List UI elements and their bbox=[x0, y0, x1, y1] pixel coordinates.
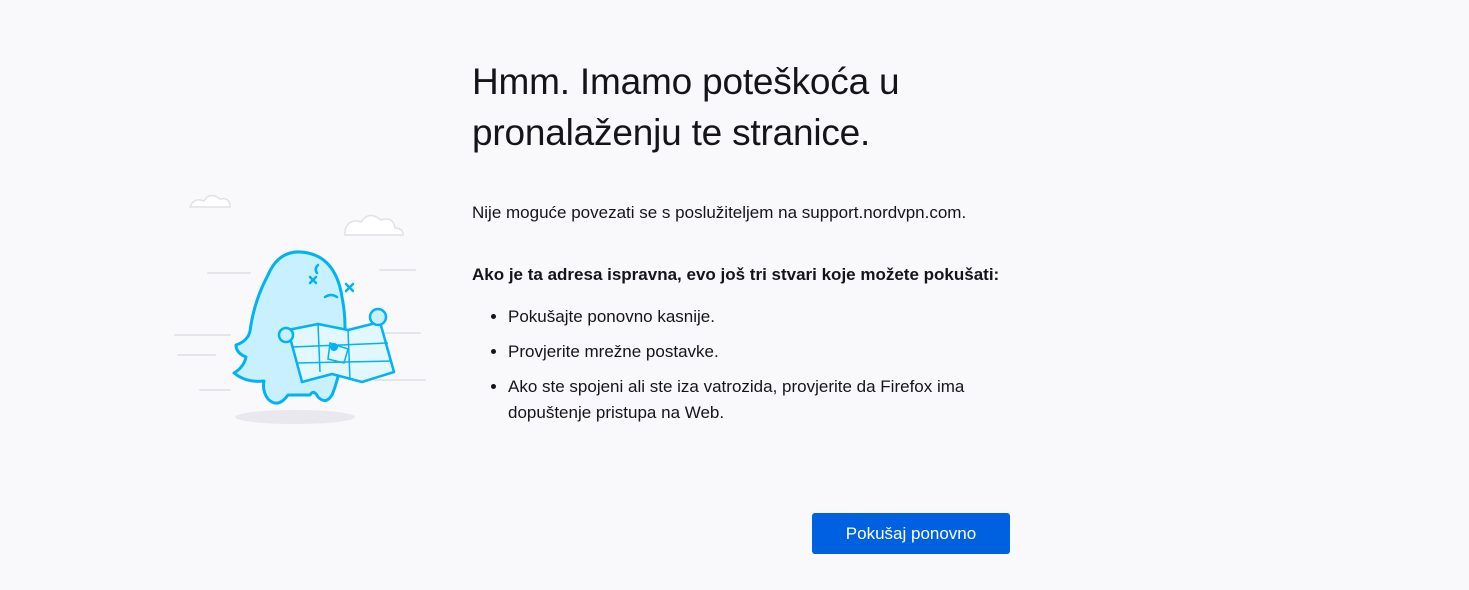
try-again-button[interactable]: Pokušaj ponovno bbox=[812, 513, 1010, 554]
suggestions-list: Pokušajte ponovno kasnije. Provjerite mr… bbox=[472, 304, 1017, 426]
error-page: Hmm. Imamo poteškoća u pronalaženju te s… bbox=[0, 0, 1469, 590]
lost-creature-with-map-illustration bbox=[174, 194, 426, 424]
error-content: Hmm. Imamo poteškoća u pronalaženju te s… bbox=[472, 56, 1017, 435]
suggestion-item: Ako ste spojeni ali ste iza vatrozida, p… bbox=[508, 374, 1017, 426]
suggestion-item: Pokušajte ponovno kasnije. bbox=[508, 304, 1017, 330]
suggestions-heading: Ako je ta adresa ispravna, evo još tri s… bbox=[472, 265, 1000, 284]
page-title: Hmm. Imamo poteškoća u pronalaženju te s… bbox=[472, 61, 900, 153]
suggestion-item: Provjerite mrežne postavke. bbox=[508, 339, 1017, 365]
error-description: Nije moguće povezati se s poslužiteljem … bbox=[472, 203, 967, 222]
